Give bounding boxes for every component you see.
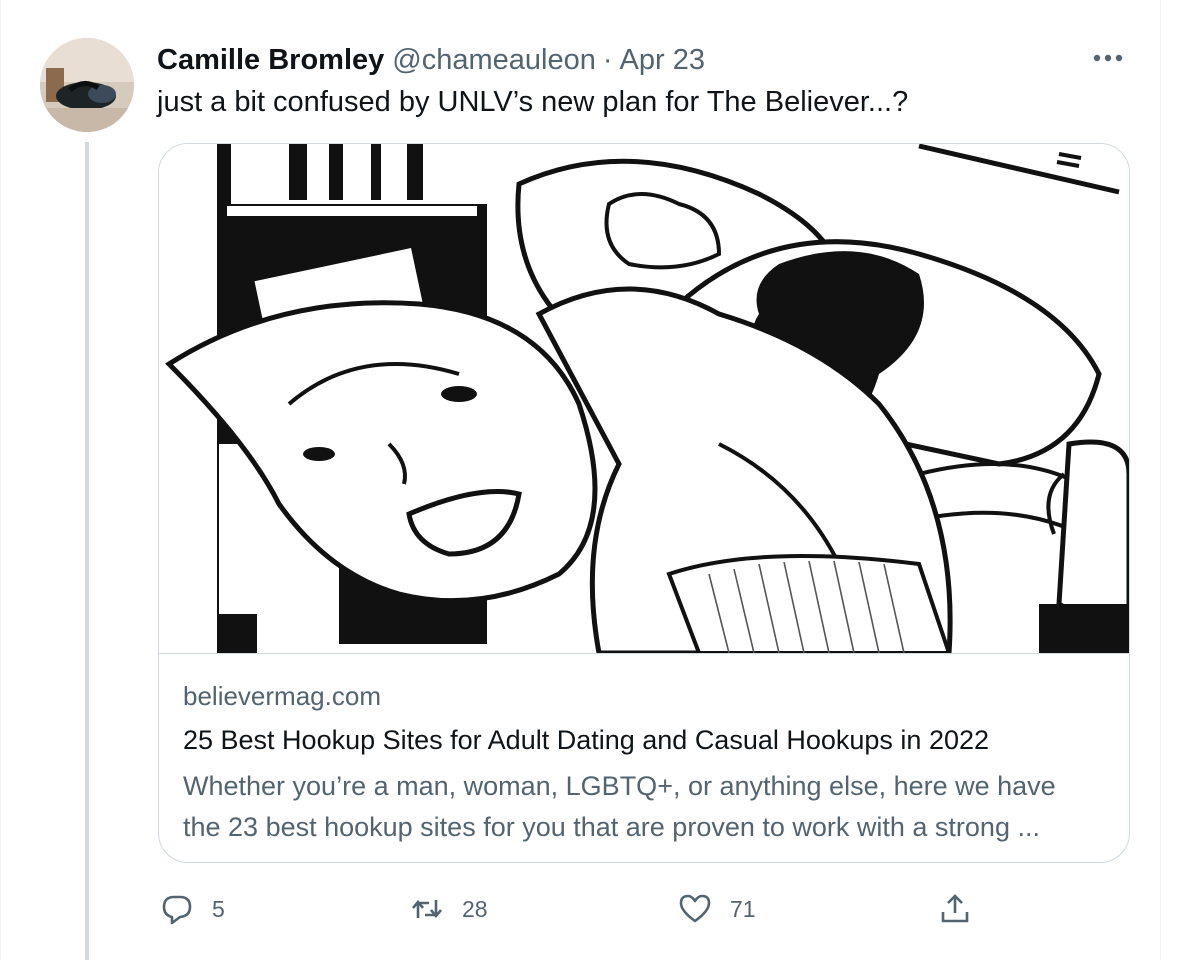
card-description-line: Whether you’re a man, woman, LGBTQ+, or … [183,771,1056,801]
column-border-left [0,0,1,960]
retweet-count: 28 [462,895,488,922]
action-bar: 5 28 71 [0,884,1200,934]
more-button[interactable] [1088,42,1128,74]
header-separator: · [602,43,613,76]
card-description-line: the 23 best hookup sites for you that ar… [183,812,1040,842]
column-border-right [1160,0,1161,960]
more-horizontal-icon [1093,54,1123,62]
reply-icon [160,892,194,926]
tweet-text: just a bit confused by UNLV’s new plan f… [157,86,909,118]
share-button[interactable] [938,884,972,934]
like-count: 71 [730,895,756,922]
share-icon [938,892,972,926]
retweet-icon [410,892,444,926]
tweet-date[interactable]: Apr 23 [620,44,705,77]
card-description: Whether you’re a man, woman, LGBTQ+, or … [183,766,1108,848]
card-title: 25 Best Hookup Sites for Adult Dating an… [183,725,990,755]
card-image[interactable] [159,144,1129,654]
author-name[interactable]: Camille Bromley [157,44,384,77]
author-handle[interactable]: @chameauleon [392,44,596,77]
like-button[interactable]: 71 [678,884,756,934]
tweet-page: Camille Bromley @chameauleon · Apr 23 ju… [0,0,1200,960]
avatar[interactable] [40,38,134,132]
reply-button[interactable]: 5 [160,884,225,934]
tweet-header: Camille Bromley @chameauleon · Apr 23 [157,40,705,80]
card-domain: believermag.com [183,681,381,711]
thread-line [85,142,89,960]
reply-count: 5 [212,895,225,922]
retweet-button[interactable]: 28 [410,884,488,934]
heart-icon [678,892,712,926]
link-card[interactable]: believermag.com 25 Best Hookup Sites for… [158,143,1130,863]
